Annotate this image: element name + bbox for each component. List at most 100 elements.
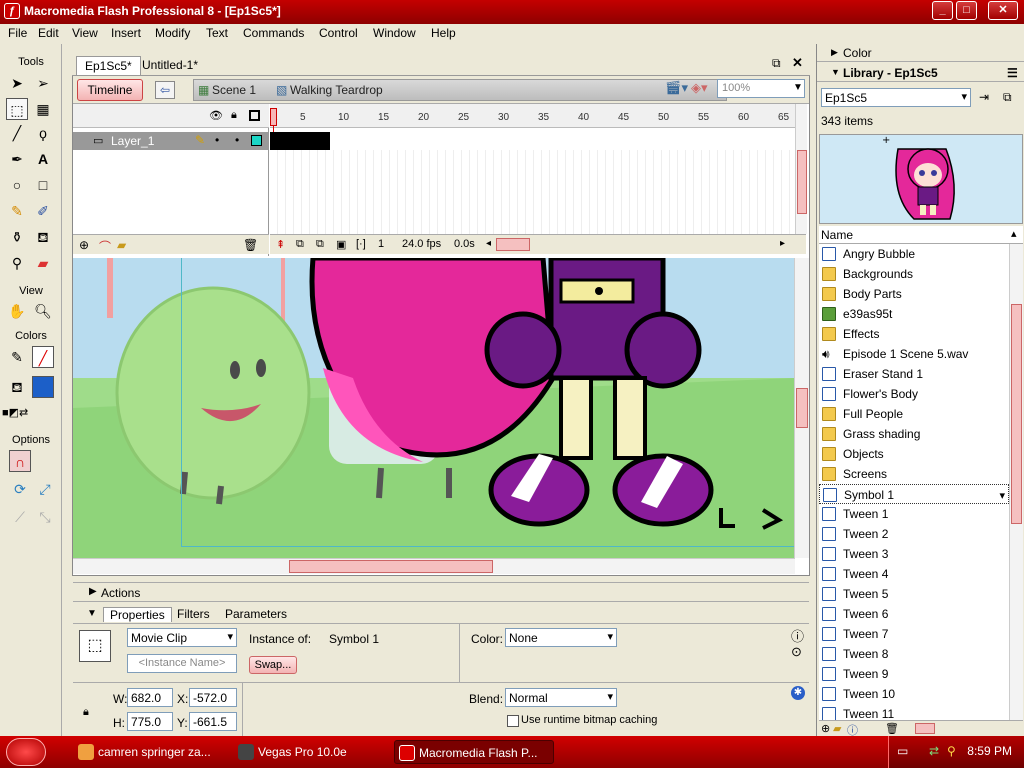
expand-arrow-icon[interactable]: ▶ <box>89 586 97 597</box>
actions-panel-header[interactable]: ▶ Actions <box>73 582 809 602</box>
timeline-vscroll-thumb[interactable] <box>797 150 807 214</box>
swap-colors-icon[interactable]: ■◩⇄ <box>2 402 28 424</box>
menu-insert[interactable]: Insert <box>111 26 141 40</box>
pencil-tool-icon[interactable]: ✎ <box>6 200 28 222</box>
stage[interactable] <box>73 258 795 558</box>
tab-properties[interactable]: Properties <box>103 607 172 622</box>
rectangle-tool-icon[interactable]: □ <box>32 174 54 196</box>
library-panel-header[interactable]: ▼ Library - Ep1Sc5 ☰ <box>817 64 1024 82</box>
library-item[interactable]: Angry Bubble <box>819 244 1009 264</box>
library-item[interactable]: Effects <box>819 324 1009 344</box>
start-button[interactable] <box>6 738 46 766</box>
tab-ep1sc5[interactable]: Ep1Sc5* <box>76 56 141 75</box>
edit-symbols-icon[interactable]: ◈▾ <box>691 80 708 96</box>
symbol-type-select[interactable]: Movie Clip <box>127 628 237 647</box>
stage-vscroll-thumb[interactable] <box>796 388 808 428</box>
x-input[interactable]: -572.0 <box>189 688 237 707</box>
menu-commands[interactable]: Commands <box>243 26 304 40</box>
sort-icon[interactable]: ▴ <box>1011 227 1017 240</box>
library-item[interactable]: e39as95t <box>819 304 1009 324</box>
onion-outline-icon[interactable]: ⧉ <box>316 238 324 251</box>
fill-color-icon[interactable]: ⛾ <box>6 376 28 398</box>
line-tool-icon[interactable]: ╱ <box>6 122 28 144</box>
library-item[interactable]: Tween 6 <box>819 604 1009 624</box>
fill-transform-icon[interactable]: ▦ <box>32 98 54 120</box>
edit-multiple-icon[interactable]: ▣ <box>336 238 346 251</box>
keyframe-span[interactable] <box>270 132 330 150</box>
instance-name-input[interactable]: <Instance Name> <box>127 654 237 673</box>
back-arrow-icon[interactable]: ⇦ <box>155 81 175 99</box>
tab-filters[interactable]: Filters <box>177 607 210 621</box>
new-symbol-icon[interactable]: ⊕ <box>821 722 830 735</box>
options-icon[interactable]: ⊙ <box>791 644 802 660</box>
menu-control[interactable]: Control <box>319 26 358 40</box>
insert-layer-icon[interactable]: ⊕ <box>79 238 89 252</box>
straighten-icon[interactable]: ⟋ <box>9 506 31 528</box>
library-item[interactable]: Backgrounds <box>819 264 1009 284</box>
collapse-arrow-icon[interactable]: ▼ <box>831 67 840 77</box>
onion-skin-icon[interactable]: ⧉ <box>296 238 304 251</box>
library-item[interactable]: Flower's Body <box>819 384 1009 404</box>
scroll-left-icon[interactable]: ◂ <box>486 238 491 249</box>
search-icon[interactable]: ⚲ <box>947 744 956 758</box>
network-icon[interactable]: ⇄ <box>929 744 939 758</box>
layer-visible-dot[interactable]: • <box>215 133 219 147</box>
library-item[interactable]: Tween 8 <box>819 644 1009 664</box>
breadcrumb-scene[interactable]: Scene 1 <box>212 83 256 97</box>
paint-bucket-icon[interactable]: ⛾ <box>32 226 54 248</box>
collapse-arrow-icon[interactable]: ▼ <box>87 608 97 619</box>
actions-label[interactable]: Actions <box>101 586 140 600</box>
brush-tool-icon[interactable]: ✐ <box>32 200 54 222</box>
menu-help[interactable]: Help <box>431 26 456 40</box>
pen-tool-icon[interactable]: ✒ <box>6 148 28 170</box>
ink-bottle-icon[interactable]: ⚱ <box>6 226 28 248</box>
panel-menu-icon[interactable]: ☰ <box>1007 66 1018 80</box>
keyboard-icon[interactable]: ▭ <box>897 744 908 758</box>
zoom-dropdown-icon[interactable]: ▼ <box>793 82 803 93</box>
smooth-icon[interactable]: ⟳ <box>9 478 31 500</box>
layer-name[interactable]: Layer_1 <box>111 134 154 148</box>
timeline-hscroll-thumb[interactable] <box>496 238 530 251</box>
timeline-toggle-button[interactable]: Timeline <box>77 79 143 101</box>
empty-frames[interactable] <box>270 150 795 234</box>
scale-icon[interactable]: ⤡ <box>34 506 56 528</box>
library-item[interactable]: Grass shading <box>819 424 1009 444</box>
stage-vscroll[interactable] <box>794 258 809 558</box>
bitmap-caching-checkbox[interactable] <box>507 715 519 727</box>
color-effect-select[interactable]: None <box>505 628 617 647</box>
library-vscroll[interactable] <box>1009 244 1023 722</box>
library-item[interactable]: Tween 1 <box>819 504 1009 524</box>
new-folder-icon[interactable]: ▰ <box>833 722 841 735</box>
eyedropper-icon[interactable]: ⚲ <box>6 252 28 274</box>
library-item[interactable]: Tween 5 <box>819 584 1009 604</box>
library-item[interactable]: Screens <box>819 464 1009 484</box>
y-input[interactable]: -661.5 <box>189 712 237 731</box>
selection-arrow-icon[interactable]: ➤ <box>6 72 28 94</box>
zoom-tool-icon[interactable]: 🔍︎ <box>32 300 54 322</box>
blend-select[interactable]: Normal <box>505 688 617 707</box>
expand-arrow-icon[interactable]: ▶ <box>831 47 838 58</box>
menu-file[interactable]: File <box>8 26 27 40</box>
text-tool-icon[interactable]: A <box>32 148 54 170</box>
center-frame-icon[interactable]: ⇞ <box>276 238 285 251</box>
lasso-icon[interactable]: ϙ <box>32 122 54 144</box>
library-item[interactable]: Symbol 1 <box>819 484 1009 506</box>
free-transform-icon[interactable]: ⬚ <box>6 98 28 120</box>
library-item[interactable]: Full People <box>819 404 1009 424</box>
outline-icon[interactable] <box>249 110 260 121</box>
library-vscroll-thumb[interactable] <box>1011 304 1022 524</box>
library-item[interactable]: Tween 2 <box>819 524 1009 544</box>
lock-ratio-icon[interactable]: 🔒︎ <box>83 706 89 719</box>
library-select[interactable]: Ep1Sc5 <box>821 88 971 107</box>
library-panel-title[interactable]: Library - Ep1Sc5 <box>843 66 938 80</box>
layer-outline-color[interactable] <box>251 135 262 146</box>
delete-item-icon[interactable]: 🗑︎ <box>885 722 899 735</box>
zoom-select[interactable]: 100% <box>717 79 805 98</box>
stage-hscroll[interactable] <box>73 558 795 574</box>
doc-close-icon[interactable]: ✕ <box>792 55 803 71</box>
stroke-color-icon[interactable]: ✎ <box>6 346 28 368</box>
swap-button[interactable]: Swap... <box>249 656 297 674</box>
accessibility-icon[interactable]: ✱ <box>791 686 805 700</box>
tab-parameters[interactable]: Parameters <box>225 607 287 621</box>
library-item[interactable]: 🔊︎ Episode 1 Scene 5.wav <box>819 344 1009 364</box>
